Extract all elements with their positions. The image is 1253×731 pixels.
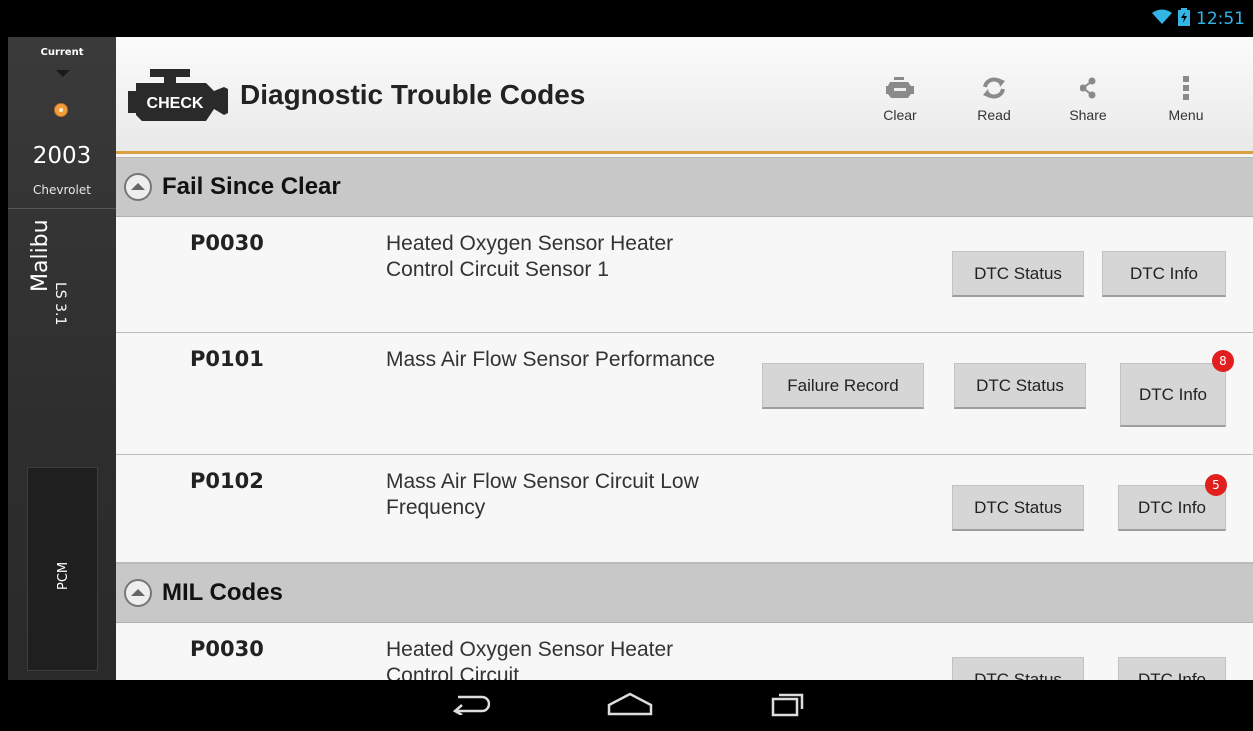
read-button[interactable]: Read (954, 73, 1034, 123)
check-engine-logo: CHECK (128, 69, 230, 123)
status-bar: 12:51 (0, 0, 1253, 37)
vehicle-make: Chevrolet (33, 183, 91, 197)
section-header-fail-since-clear[interactable]: Fail Since Clear (116, 157, 1253, 217)
dtc-info-button[interactable]: DTC Info (1102, 251, 1226, 297)
menu-button[interactable]: Menu (1146, 73, 1226, 123)
vehicle-trim: LS 3.1 (52, 282, 68, 326)
back-button[interactable] (440, 690, 500, 722)
info-count-badge: 8 (1212, 350, 1234, 372)
dtc-description: Mass Air Flow Sensor Performance (386, 348, 716, 371)
current-label: Current (40, 47, 84, 58)
dtc-description: Heated Oxygen Sensor Heater Control Circ… (386, 232, 674, 281)
vehicle-model: Malibu (28, 219, 53, 292)
section-header-mil-codes[interactable]: MIL Codes (116, 563, 1253, 623)
vehicle-panel[interactable]: Current 2003 Chevrolet Malibu LS 3.1 PCM (8, 37, 116, 680)
side-divider (8, 208, 116, 209)
page-title: Diagnostic Trouble Codes (240, 79, 586, 110)
dtc-info-button[interactable]: DTC Info (1118, 657, 1226, 680)
dtc-row: P0102 Mass Air Flow Sensor Circuit Low F… (116, 455, 1253, 563)
home-icon (607, 692, 653, 720)
vehicle-year: 2003 (32, 143, 92, 169)
dtc-status-button[interactable]: DTC Status (952, 251, 1084, 297)
clock: 12:51 (1196, 9, 1245, 29)
dtc-row: P0030 Heated Oxygen Sensor Heater Contro… (116, 217, 1253, 333)
overflow-menu-icon (1146, 73, 1226, 103)
refresh-icon (954, 73, 1034, 103)
home-button[interactable] (600, 690, 660, 722)
read-label: Read (977, 107, 1011, 123)
recent-apps-icon (771, 691, 805, 721)
share-label: Share (1069, 107, 1107, 123)
module-selector-pcm[interactable]: PCM (27, 467, 98, 671)
dtc-status-button[interactable]: DTC Status (952, 657, 1084, 680)
clear-label: Clear (883, 107, 917, 123)
dtc-description: Mass Air Flow Sensor Circuit Low Frequen… (386, 470, 699, 519)
collapse-icon[interactable] (122, 577, 154, 609)
status-icons: 12:51 (1152, 8, 1245, 30)
dtc-list: Fail Since Clear P0030 Heated Oxygen Sen… (116, 157, 1253, 680)
dtc-code: P0102 (190, 469, 264, 493)
section-title: MIL Codes (162, 579, 283, 606)
dtc-code: P0101 (190, 347, 264, 371)
dtc-status-button[interactable]: DTC Status (952, 485, 1084, 531)
info-count-badge: 5 (1205, 474, 1227, 496)
share-button[interactable]: Share (1048, 73, 1128, 123)
action-bar: CHECK Diagnostic Trouble Codes Clear Rea… (116, 37, 1253, 154)
dtc-row: P0030 Heated Oxygen Sensor Heater Contro… (116, 623, 1253, 680)
wifi-icon (1152, 9, 1172, 29)
dtc-row: P0101 Mass Air Flow Sensor Performance F… (116, 333, 1253, 455)
dtc-info-button[interactable]: DTC Info (1120, 363, 1226, 427)
current-indicator (56, 70, 70, 77)
dtc-description: Heated Oxygen Sensor Heater Control Circ… (386, 638, 674, 680)
battery-charging-icon (1178, 8, 1190, 30)
clear-button[interactable]: Clear (860, 73, 940, 123)
dtc-code: P0030 (190, 637, 264, 661)
dtc-code: P0030 (190, 231, 264, 255)
collapse-icon[interactable] (122, 171, 154, 203)
engine-clear-icon (860, 73, 940, 103)
module-label: PCM (56, 561, 71, 590)
menu-label: Menu (1168, 107, 1204, 123)
section-title: Fail Since Clear (162, 173, 341, 200)
main-content: CHECK Diagnostic Trouble Codes Clear Rea… (116, 37, 1253, 680)
recent-apps-button[interactable] (758, 690, 818, 722)
dtc-status-button[interactable]: DTC Status (954, 363, 1086, 409)
back-icon (450, 693, 491, 719)
navigation-bar (0, 680, 1253, 731)
failure-record-button[interactable]: Failure Record (762, 363, 924, 409)
logo-text: CHECK (147, 95, 204, 112)
share-icon (1048, 73, 1128, 103)
connection-status-icon (54, 103, 68, 117)
